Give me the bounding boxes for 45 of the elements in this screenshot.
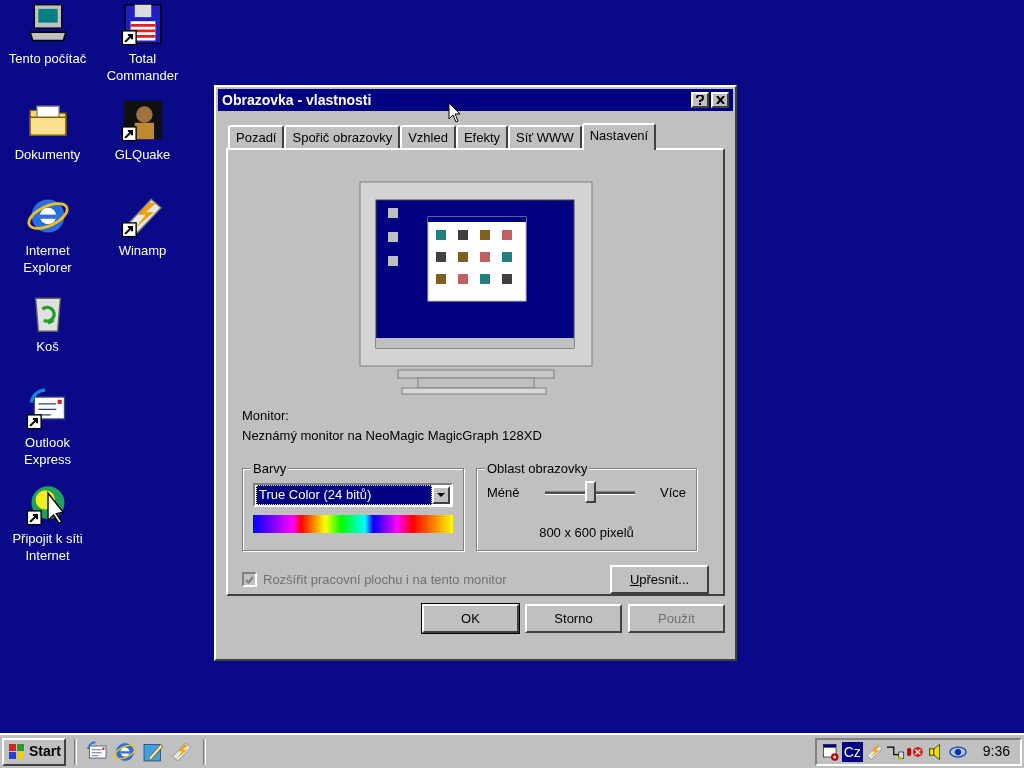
desktop-icon-label: Internet Explorer bbox=[22, 242, 73, 276]
tray-icon-button[interactable] bbox=[820, 741, 841, 762]
dialog-button[interactable]: OK bbox=[422, 604, 519, 633]
windows-logo-icon bbox=[7, 742, 27, 761]
tab[interactable]: Vzhled bbox=[400, 125, 456, 148]
tab[interactable]: Efekty bbox=[455, 125, 509, 148]
dropdown-arrow-button[interactable] bbox=[432, 486, 450, 504]
desktop-icon-label: Outlook Express bbox=[23, 434, 72, 468]
language-indicator[interactable]: Cz bbox=[841, 741, 863, 762]
desktop-icon[interactable] bbox=[120, 2, 165, 46]
desktop-icon-label: Připojit k síti Internet bbox=[11, 530, 84, 564]
slider-thumb[interactable] bbox=[584, 480, 596, 503]
more-label: Více bbox=[659, 484, 686, 502]
desktop-icon-label: Koš bbox=[35, 338, 60, 355]
question-mark-icon bbox=[696, 95, 704, 105]
desktop-icon[interactable] bbox=[120, 98, 165, 142]
less-label: Méně bbox=[487, 484, 520, 502]
scheduler-icon bbox=[820, 741, 841, 762]
checkmark-icon bbox=[245, 575, 254, 584]
color-depth-dropdown[interactable]: True Color (24 bitů) bbox=[253, 483, 453, 507]
resolution-reading: 800 x 600 pixelů bbox=[539, 524, 634, 540]
desktop-icon-label: Tento počítač bbox=[7, 50, 88, 67]
tab[interactable]: Spořič obrazovky bbox=[284, 125, 401, 148]
desktop-icon-label: GLQuake bbox=[113, 146, 172, 163]
window-title: Obrazovka - vlastnosti bbox=[222, 90, 372, 110]
tab[interactable]: Pozadí bbox=[228, 125, 285, 148]
close-button[interactable] bbox=[711, 92, 729, 108]
dialog-button[interactable]: Storno bbox=[525, 604, 622, 633]
desktop-icon-label: Dokumenty bbox=[13, 146, 82, 163]
game-icon bbox=[120, 98, 165, 142]
desktop-icon-label: Total Commander bbox=[105, 50, 180, 84]
advanced-button[interactable]: Upřesnit... bbox=[610, 565, 709, 594]
close-icon bbox=[715, 96, 725, 104]
checkbox-label: Rozšířit pracovní plochu i na tento monitor bbox=[263, 570, 507, 589]
tab[interactable]: Nastavení bbox=[581, 123, 657, 150]
help-button[interactable] bbox=[691, 92, 709, 108]
caret-icon bbox=[437, 493, 445, 497]
start-button[interactable]: Start bbox=[2, 737, 66, 766]
monitor-name: Neznámý monitor na NeoMagic MagicGraph 128XD bbox=[242, 427, 543, 445]
clock: 9:36 bbox=[982, 742, 1010, 761]
monitor-label: Monitor: bbox=[242, 407, 290, 425]
dropdown-value: True Color (24 bitů) bbox=[256, 485, 432, 505]
desktop-icon-label: Winamp bbox=[117, 242, 168, 259]
mouse-cursor-icon bbox=[448, 102, 462, 124]
tab[interactable]: Síť WWW bbox=[508, 125, 582, 148]
